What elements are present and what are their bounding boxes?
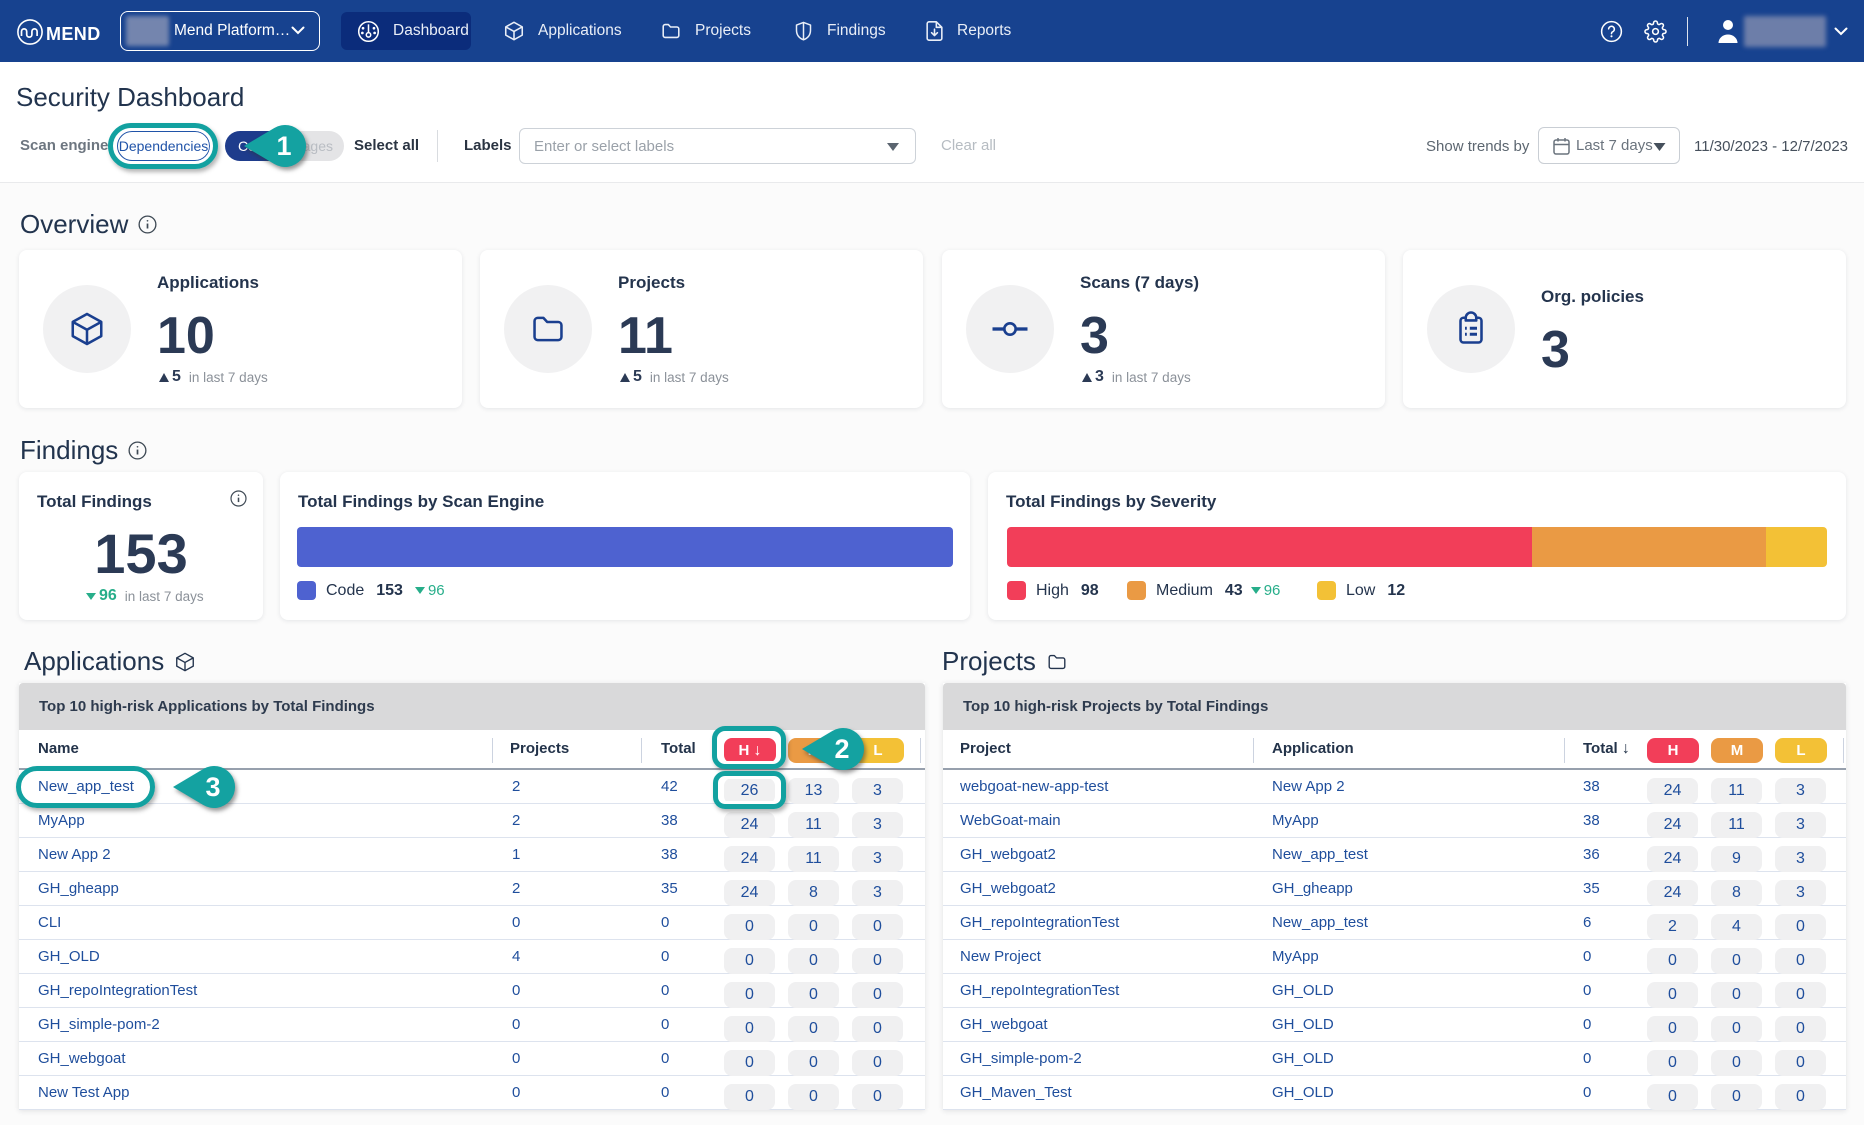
- svg-text:2: 2: [834, 734, 849, 764]
- svg-text:3: 3: [205, 772, 220, 802]
- svg-text:1: 1: [276, 131, 291, 161]
